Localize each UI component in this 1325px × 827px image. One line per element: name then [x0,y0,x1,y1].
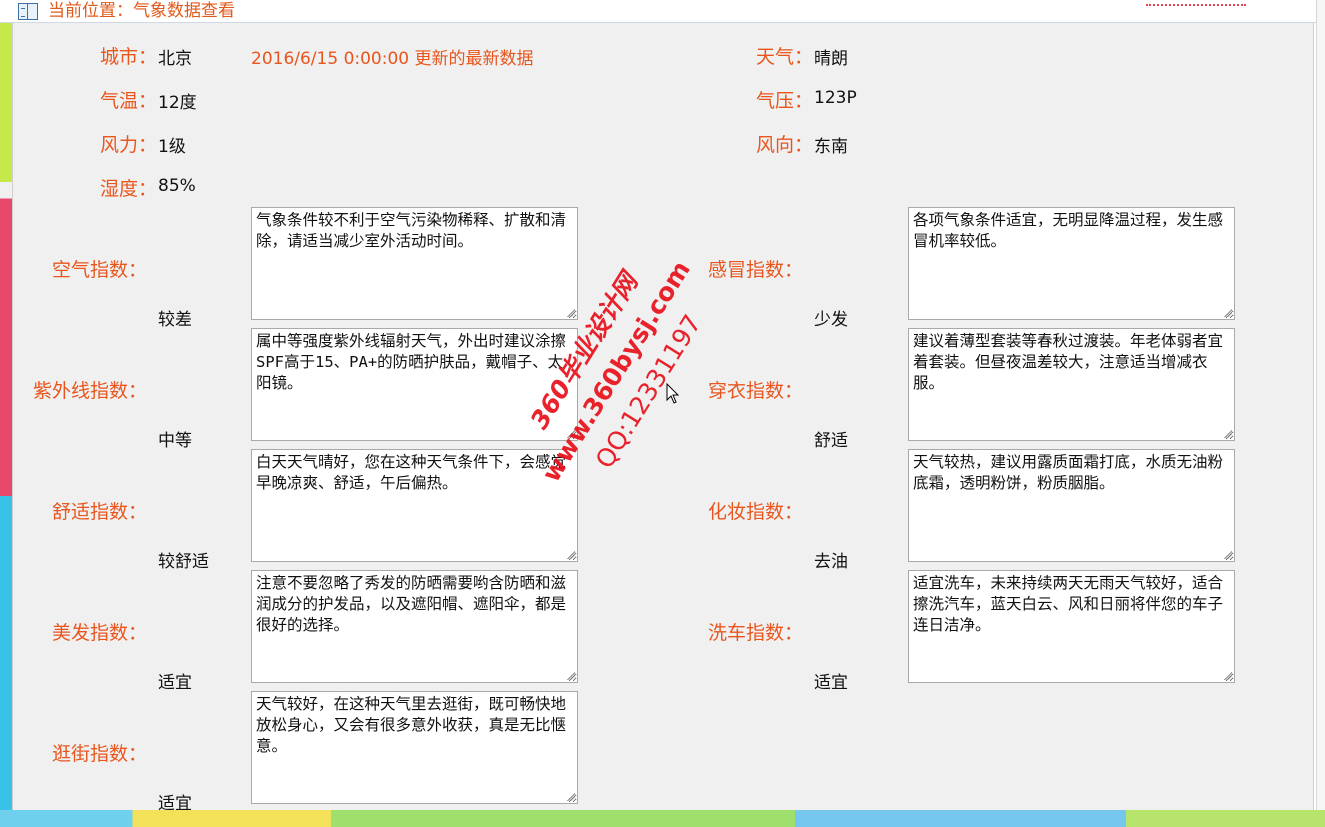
dressing-index-label: 穿衣指数： [707,380,803,402]
carwash-index-level: 适宜 [814,673,848,693]
hair-index-desc: 注意不要忽略了秀发的防晒需要哟含防晒和滋润成分的护发品，以及遮阳帽、遮阳伞，都是… [256,574,567,634]
wind-direction-value: 东南 [814,137,848,157]
resize-grip-icon[interactable] [1223,671,1232,680]
shopping-index-label: 逛街指数： [51,743,147,765]
page-header: 当前位置：气象数据查看 [0,0,1316,23]
air-index-textarea[interactable]: 气象条件较不利于空气污染物稀释、扩散和清除，请适当减少室外活动时间。 [251,207,578,320]
hair-index-textarea[interactable]: 注意不要忽略了秀发的防晒需要哟含防晒和滋润成分的护发品，以及遮阳帽、遮阳伞，都是… [251,570,578,683]
cold-index-level: 少发 [814,310,848,330]
resize-grip-icon[interactable] [566,792,575,801]
carwash-index-desc: 适宜洗车，未来持续两天无雨天气较好，适合擦洗汽车，蓝天白云、风和日丽将伴您的车子… [913,574,1224,634]
uv-index-textarea[interactable]: 属中等强度紫外线辐射天气，外出时建议涂擦SPF高于15、PA+的防晒护肤品，戴帽… [251,328,578,441]
air-index-label: 空气指数： [51,259,147,281]
dressing-index-textarea[interactable]: 建议着薄型套装等春秋过渡装。年老体弱者宜着套装。但昼夜温差较大，注意适当增减衣服… [908,328,1235,441]
air-index-desc: 气象条件较不利于空气污染物稀释、扩散和清除，请适当减少室外活动时间。 [256,211,567,250]
resize-grip-icon[interactable] [1223,308,1232,317]
background-strip-left [0,0,12,827]
makeup-index-level: 去油 [814,552,848,572]
pressure-label: 气压： [755,90,813,112]
city-label: 城市： [99,46,157,68]
shopping-index-desc: 天气较好，在这种天气里去逛街，既可畅快地放松身心，又会有很多意外收获，真是无比惬… [256,695,567,755]
pressure-value: 123P [814,88,857,108]
temperature-label: 气温： [99,90,157,112]
uv-index-label: 紫外线指数： [32,380,147,402]
update-time: 2016/6/15 0:00:00 更新的最新数据 [251,49,534,69]
city-value: 北京 [158,49,192,69]
humidity-value: 85% [158,176,196,196]
scrollbar-track[interactable] [1316,0,1325,827]
cold-index-textarea[interactable]: 各项气象条件适宜，无明显降温过程，发生感冒机率较低。 [908,207,1235,320]
uv-index-desc: 属中等强度紫外线辐射天气，外出时建议涂擦SPF高于15、PA+的防晒护肤品，戴帽… [256,332,567,392]
resize-grip-icon[interactable] [566,308,575,317]
resize-grip-icon[interactable] [1223,550,1232,559]
dressing-index-level: 舒适 [814,431,848,451]
hair-index-label: 美发指数： [51,622,147,644]
hair-index-level: 适宜 [158,673,192,693]
dressing-index-desc: 建议着薄型套装等春秋过渡装。年老体弱者宜着套装。但昼夜温差较大，注意适当增减衣服… [913,332,1224,392]
book-icon [18,3,38,20]
makeup-index-desc: 天气较热，建议用露质面霜打底，水质无油粉底霜，透明粉饼，粉质胭脂。 [913,453,1224,492]
wind-power-value: 1级 [158,137,186,157]
shopping-index-level: 适宜 [158,794,192,814]
makeup-index-textarea[interactable]: 天气较热，建议用露质面霜打底，水质无油粉底霜，透明粉饼，粉质胭脂。 [908,449,1235,562]
resize-grip-icon[interactable] [566,429,575,438]
shopping-index-textarea[interactable]: 天气较好，在这种天气里去逛街，既可畅快地放松身心，又会有很多意外收获，真是无比惬… [251,691,578,804]
air-index-level: 较差 [158,310,192,330]
carwash-index-textarea[interactable]: 适宜洗车，未来持续两天无雨天气较好，适合擦洗汽车，蓝天白云、风和日丽将伴您的车子… [908,570,1235,683]
resize-grip-icon[interactable] [566,671,575,680]
resize-grip-icon[interactable] [1223,429,1232,438]
weather-value: 晴朗 [814,49,848,69]
background-strip-bottom [0,810,1325,827]
weather-panel: 城市： 北京 2016/6/15 0:00:00 更新的最新数据 天气： 晴朗 … [12,23,1314,814]
breadcrumb: 当前位置：气象数据查看 [48,1,235,21]
comfort-index-textarea[interactable]: 白天天气晴好，您在这种天气条件下，会感觉早晚凉爽、舒适，午后偏热。 [251,449,578,562]
temperature-value: 12度 [158,93,197,113]
comfort-index-desc: 白天天气晴好，您在这种天气条件下，会感觉早晚凉爽、舒适，午后偏热。 [256,453,567,492]
resize-grip-icon[interactable] [566,550,575,559]
humidity-label: 湿度： [99,178,157,200]
uv-index-level: 中等 [158,431,192,451]
cold-index-desc: 各项气象条件适宜，无明显降温过程，发生感冒机率较低。 [913,211,1224,250]
comfort-index-label: 舒适指数： [51,501,147,523]
comfort-index-level: 较舒适 [158,552,209,572]
wind-power-label: 风力： [99,134,157,156]
carwash-index-label: 洗车指数： [707,622,803,644]
makeup-index-label: 化妆指数： [707,501,803,523]
cold-index-label: 感冒指数： [707,259,803,281]
weather-label: 天气： [755,46,813,68]
header-decoration [1146,0,1246,6]
wind-direction-label: 风向： [755,134,813,156]
